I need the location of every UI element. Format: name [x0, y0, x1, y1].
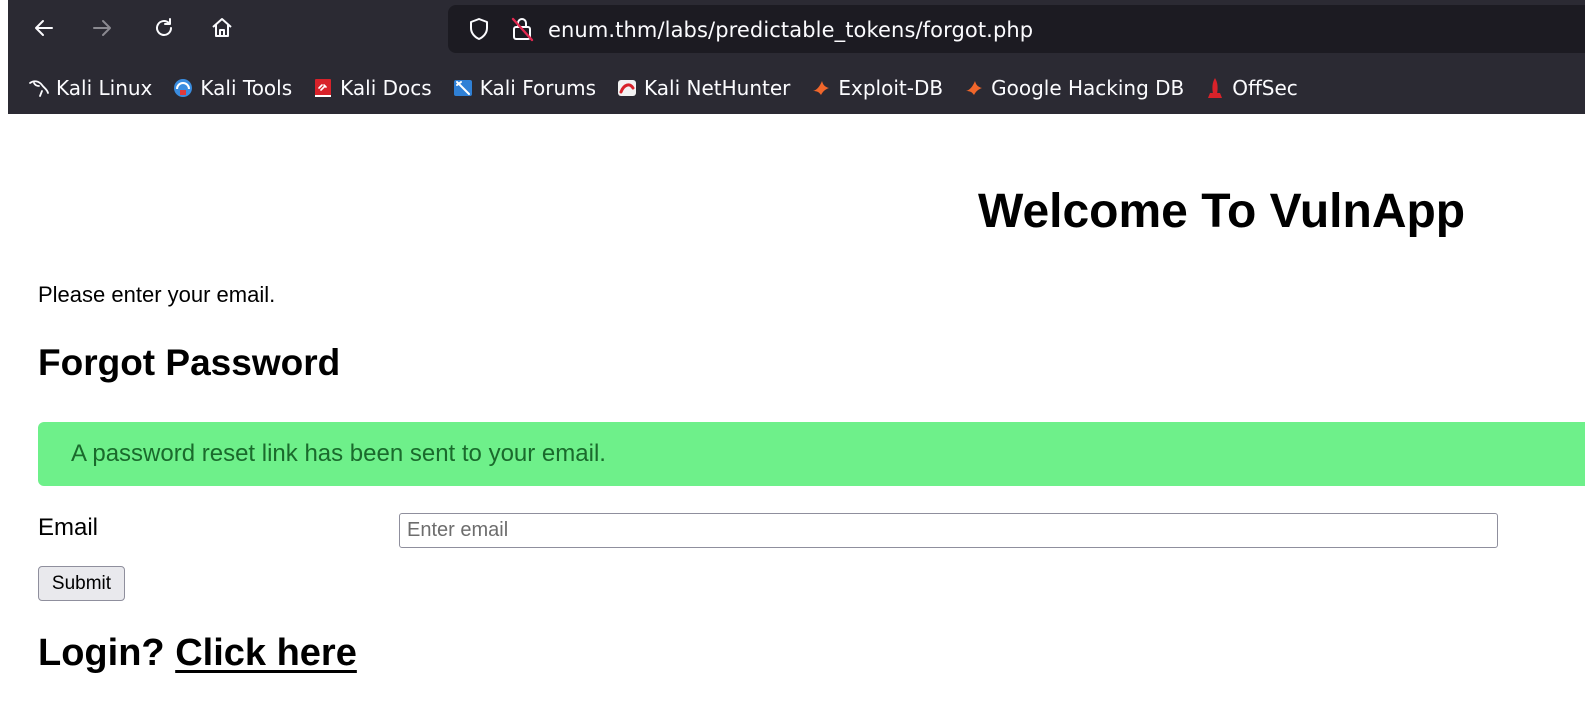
- bookmark-label: Kali Docs: [340, 76, 432, 100]
- forward-button[interactable]: [86, 12, 118, 44]
- bookmark-kali-docs[interactable]: Kali Docs: [312, 70, 432, 106]
- arrow-left-icon: [35, 20, 53, 36]
- bookmark-kali-tools[interactable]: Kali Tools: [172, 70, 292, 106]
- instruction-text: Please enter your email.: [38, 282, 276, 307]
- bookmarks-toolbar: Kali Linux Kali Tools Kali Docs Kali For…: [8, 70, 1585, 106]
- alert-message: A password reset link has been sent to y…: [71, 440, 606, 467]
- reload-icon: [156, 18, 172, 36]
- bookmark-label: Kali NetHunter: [644, 76, 791, 100]
- bookmark-label: Kali Linux: [56, 76, 153, 100]
- url-bar[interactable]: enum.thm/labs/predictable_tokens/forgot.…: [448, 5, 1585, 53]
- form-title: Forgot Password: [38, 342, 341, 383]
- bookmark-label: Google Hacking DB: [991, 76, 1185, 100]
- bookmark-label: Kali Tools: [200, 76, 293, 100]
- shield-icon[interactable]: [468, 17, 490, 41]
- reload-button[interactable]: [148, 12, 180, 44]
- kali-docs-icon: [315, 79, 332, 97]
- home-icon: [212, 18, 232, 37]
- bookmark-label: OffSec: [1232, 76, 1298, 100]
- login-link[interactable]: Click here: [175, 632, 357, 674]
- login-prompt-text: Login?: [38, 632, 165, 674]
- url-text[interactable]: enum.thm/labs/predictable_tokens/forgot.…: [548, 18, 1033, 42]
- bookmark-google-hacking-db[interactable]: Google Hacking DB: [963, 70, 1184, 106]
- kali-dragon-icon: [29, 80, 49, 97]
- back-button[interactable]: [28, 12, 60, 44]
- page-content: Welcome To VulnApp Please enter your ema…: [0, 114, 1585, 727]
- login-prompt: Login? Click here: [38, 632, 357, 675]
- google-hacking-db-icon: [966, 81, 983, 95]
- bookmark-kali-forums[interactable]: Kali Forums: [452, 70, 596, 106]
- bookmark-kali-nethunter[interactable]: Kali NetHunter: [616, 70, 790, 106]
- bookmark-exploit-db[interactable]: Exploit-DB: [810, 70, 943, 106]
- kali-nethunter-icon: [618, 80, 637, 96]
- page-heading: Welcome To VulnApp: [978, 185, 1466, 238]
- arrow-right-icon: [93, 20, 111, 36]
- email-label: Email: [38, 514, 99, 541]
- bookmark-offsec[interactable]: OffSec: [1204, 70, 1298, 106]
- submit-button[interactable]: Submit: [38, 566, 125, 601]
- bookmark-label: Kali Forums: [479, 76, 597, 100]
- offsec-icon: [1208, 78, 1223, 98]
- bookmark-label: Exploit-DB: [838, 76, 944, 100]
- home-button[interactable]: [206, 12, 238, 44]
- email-field[interactable]: [399, 513, 1498, 548]
- navigation-toolbar: enum.thm/labs/predictable_tokens/forgot.…: [8, 0, 1585, 58]
- kali-tools-icon: [174, 79, 193, 97]
- browser-chrome: enum.thm/labs/predictable_tokens/forgot.…: [8, 0, 1585, 114]
- bookmark-kali-linux[interactable]: Kali Linux: [28, 70, 152, 106]
- success-alert: A password reset link has been sent to y…: [38, 422, 1585, 486]
- insecure-lock-icon[interactable]: [510, 16, 534, 42]
- exploit-db-icon: [813, 81, 830, 95]
- kali-forums-icon: [453, 80, 472, 96]
